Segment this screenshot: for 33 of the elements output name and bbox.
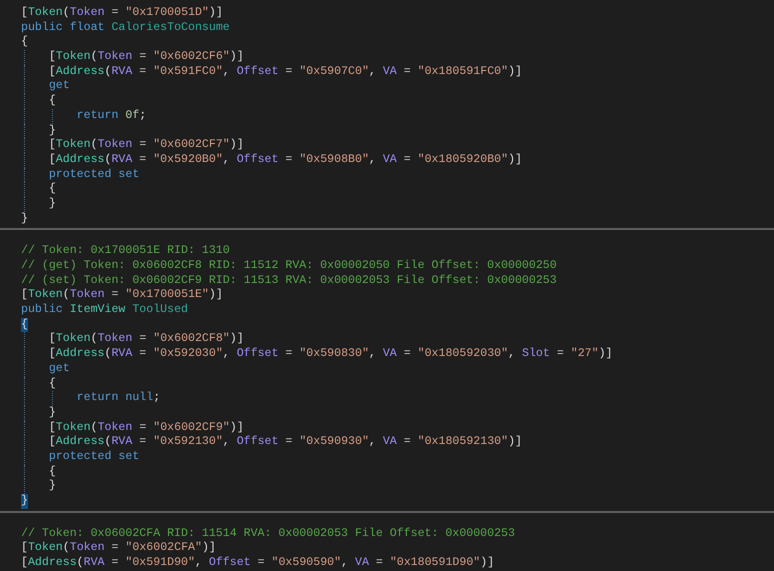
code-line: return 0f;: [21, 108, 774, 124]
code-line: {: [21, 94, 774, 109]
code-line: }: [21, 124, 774, 138]
code-line: {: [21, 182, 774, 197]
code-line: // (get) Token: 0x06002CF8 RID: 11512 RVA: 0x00002050 File Offset: 0x00000250: [21, 259, 558, 274]
code-line: protected set: [21, 168, 774, 182]
code-line: [Token(Token = "0x6002CF8")]: [21, 332, 774, 348]
code-line: }: [21, 406, 774, 421]
code-line: [Token(Token = "0x6002CF7")]: [21, 138, 774, 153]
code-line: [Token(Token = "0x1700051D")]: [21, 6, 224, 21]
code-line: [Address(RVA = "0x591D90", Offset = "0x590590", VA = "0x180591D90")]: [21, 556, 496, 571]
code-line: [Token(Token = "0x6002CF9")]: [21, 420, 774, 436]
code-line: {: [21, 376, 774, 392]
code-line: get: [21, 79, 774, 94]
code-line: [Token(Token = "0x1700051E")]: [21, 288, 224, 304]
code-line: {: [21, 35, 29, 50]
code-line: get: [21, 362, 774, 376]
code-line: [Token(Token = "0x6002CFA")]: [21, 541, 217, 556]
code-line: }: [21, 196, 774, 212]
code-line: public ItemView ToolUsed: [21, 303, 189, 318]
code-line: }: [21, 212, 29, 226]
code-line: // Token: 0x1700051E RID: 1310: [21, 244, 231, 259]
code-line: [Address(RVA = "0x5920B0", Offset = "0x5908B0", VA = "0x1805920B0")]: [21, 152, 774, 168]
code-line: // Token: 0x06002CFA RID: 11514 RVA: 0x00002053 File Offset: 0x00000253: [21, 526, 516, 542]
code-line: [Address(RVA = "0x591FC0", Offset = "0x5907C0", VA = "0x180591FC0")]: [21, 64, 774, 80]
code-line: [Address(RVA = "0x592130", Offset = "0x590930", VA = "0x180592130")]: [21, 435, 774, 450]
code-line: // (set) Token: 0x06002CF9 RID: 11513 RVA: 0x00002053 File Offset: 0x00000253: [21, 274, 558, 288]
code-line: protected set: [21, 450, 774, 465]
code-line: [Address(RVA = "0x592030", Offset = "0x590830", VA = "0x180592030", Slot = "27")]: [21, 347, 774, 362]
code-line: [Token(Token = "0x6002CF6")]: [21, 50, 774, 65]
code-line: public float CaloriesToConsume: [21, 20, 231, 36]
code-line: {: [21, 464, 774, 480]
code-line: return null;: [21, 391, 774, 406]
